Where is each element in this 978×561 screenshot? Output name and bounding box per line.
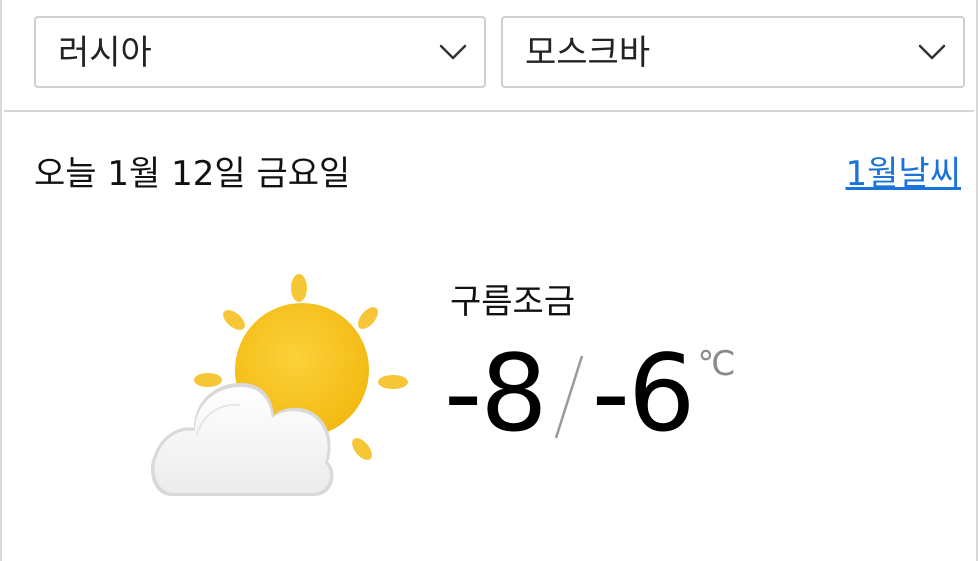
country-select-value: 러시아	[58, 33, 152, 73]
weather-condition: 구름조금	[450, 282, 576, 322]
high-temperature: -6	[591, 332, 696, 455]
date-label: 오늘 1월 12일 금요일	[34, 154, 351, 194]
temperature-range: -8 -6 ℃	[444, 334, 736, 454]
partly-cloudy-icon	[151, 274, 408, 496]
city-select-value: 모스크바	[525, 33, 651, 73]
chevron-down-icon	[439, 44, 467, 60]
country-select[interactable]: 러시아	[34, 16, 486, 88]
section-divider	[4, 110, 974, 112]
weather-widget: 러시아 모스크바 오늘 1월 12일 금요일 1월날씨 구름조금 -8 -6 ℃	[0, 0, 978, 561]
temperature-separator	[546, 334, 592, 454]
city-select[interactable]: 모스크바	[501, 16, 965, 88]
chevron-down-icon	[918, 44, 946, 60]
monthly-weather-link[interactable]: 1월날씨	[846, 152, 961, 196]
temperature-unit: ℃	[697, 344, 736, 384]
low-temperature: -8	[444, 332, 548, 455]
